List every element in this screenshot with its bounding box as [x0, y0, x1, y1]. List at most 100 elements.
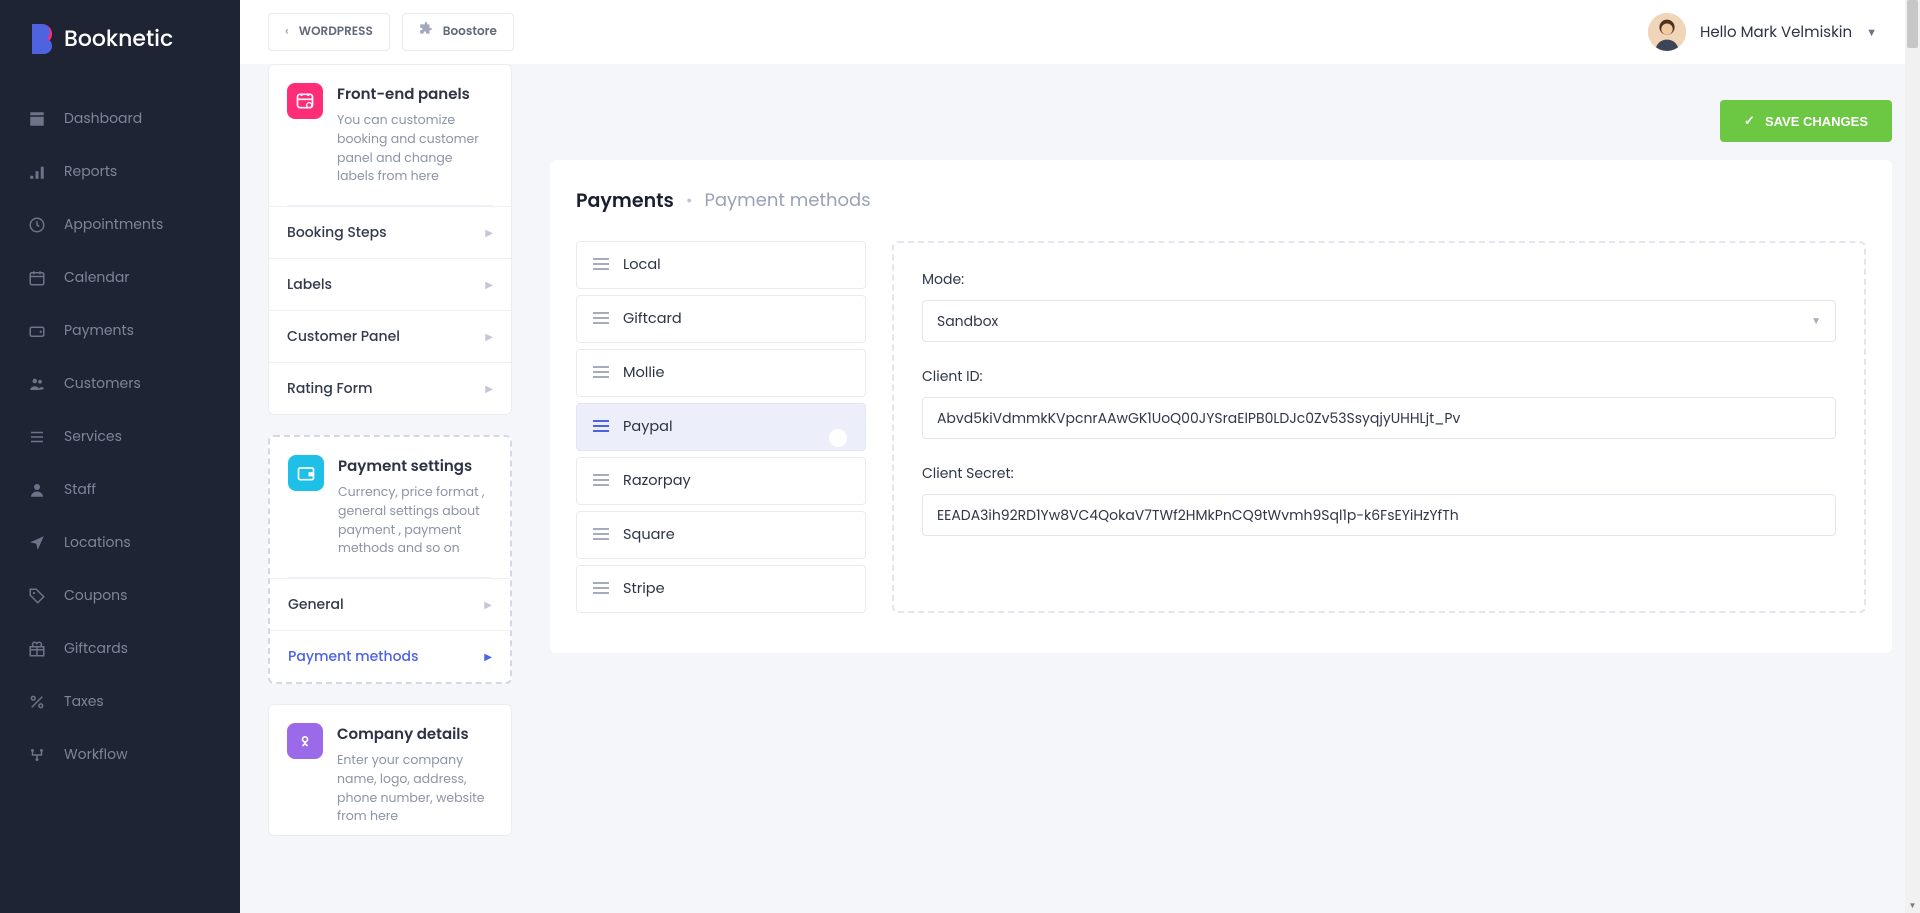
list-icon: [28, 428, 46, 446]
nav-label: Calendar: [64, 267, 130, 288]
method-details: Mode: Sandbox ▼ Client ID:: [892, 241, 1866, 613]
send-icon: [28, 534, 46, 552]
drag-handle-icon[interactable]: [593, 523, 609, 548]
main-column: ✓ SAVE CHANGES Payments • Payment method…: [550, 64, 1892, 653]
chart-icon: [28, 163, 46, 181]
scrollbar[interactable]: ▲ ▼: [1905, 0, 1920, 913]
settings-card: Payment settings Currency, price format …: [268, 435, 512, 684]
payment-method-item[interactable]: Stripe: [576, 565, 866, 613]
payment-method-item[interactable]: Giftcard: [576, 295, 866, 343]
tab-label: Boostore: [443, 23, 497, 41]
client-id-input[interactable]: [922, 397, 1836, 439]
nav-customers[interactable]: Customers: [0, 357, 240, 410]
settings-card: Company details Enter your company name,…: [268, 704, 512, 836]
nav-list: Dashboard Reports Appointments Calendar …: [0, 77, 240, 796]
settings-row[interactable]: Booking Steps▶: [269, 206, 511, 258]
nav-label: Giftcards: [64, 638, 128, 659]
chevron-down-icon: ▼: [1811, 313, 1821, 329]
client-secret-label: Client Secret:: [922, 463, 1836, 484]
methods-list: Local Giftcard Mollie Paypal Razorpay Sq…: [576, 241, 866, 613]
method-label: Stripe: [623, 579, 665, 600]
header-tabs: ‹ WORDPRESS Boostore: [268, 13, 514, 51]
nav-locations[interactable]: Locations: [0, 516, 240, 569]
payment-method-item[interactable]: Mollie: [576, 349, 866, 397]
breadcrumb: Payments • Payment methods: [576, 186, 1866, 215]
settings-row[interactable]: General▶: [270, 578, 510, 630]
scrollbar-thumb[interactable]: [1907, 0, 1918, 48]
nav-taxes[interactable]: Taxes: [0, 675, 240, 728]
caret-right-icon: ▶: [485, 329, 493, 345]
payment-method-item[interactable]: Razorpay: [576, 457, 866, 505]
payment-method-item[interactable]: Paypal: [576, 403, 866, 451]
nav-calendar[interactable]: Calendar: [0, 251, 240, 304]
drag-handle-icon[interactable]: [593, 577, 609, 602]
person-icon: [28, 481, 46, 499]
settings-row[interactable]: Customer Panel▶: [269, 310, 511, 362]
drag-handle-icon[interactable]: [593, 469, 609, 494]
nav-payments[interactable]: Payments: [0, 304, 240, 357]
percent-icon: [28, 693, 46, 711]
drag-handle-icon[interactable]: [593, 307, 609, 332]
method-label: Giftcard: [623, 309, 682, 330]
logo[interactable]: Booknetic: [0, 0, 240, 77]
method-label: Square: [623, 525, 675, 546]
drag-handle-icon[interactable]: [593, 361, 609, 386]
nav-label: Appointments: [64, 214, 163, 235]
header-user[interactable]: Hello Mark Velmiskin ▼: [1648, 13, 1877, 51]
logo-mark-icon: [28, 24, 52, 54]
nav-label: Reports: [64, 161, 117, 182]
settings-card: Front-end panels You can customize booki…: [268, 64, 512, 415]
tag-icon: [28, 587, 46, 605]
payment-method-item[interactable]: Local: [576, 241, 866, 289]
nav-label: Payments: [64, 320, 134, 341]
nav-label: Dashboard: [64, 108, 142, 129]
card-title: Front-end panels: [337, 83, 493, 106]
tab-boostore[interactable]: Boostore: [402, 13, 514, 51]
nav-appointments[interactable]: Appointments: [0, 198, 240, 251]
settings-column: Front-end panels You can customize booki…: [268, 64, 512, 856]
nav-label: Locations: [64, 532, 131, 553]
card-icon: [287, 83, 323, 119]
drag-handle-icon[interactable]: [593, 253, 609, 278]
method-label: Local: [623, 255, 661, 276]
method-label: Paypal: [623, 417, 673, 438]
nav-reports[interactable]: Reports: [0, 145, 240, 198]
content: Front-end panels You can customize booki…: [240, 0, 1920, 913]
card-description: Enter your company name, logo, address, …: [337, 752, 493, 827]
drag-handle-icon[interactable]: [593, 415, 609, 440]
mode-value: Sandbox: [937, 311, 998, 332]
method-label: Mollie: [623, 363, 664, 384]
nav-dashboard[interactable]: Dashboard: [0, 92, 240, 145]
users-icon: [28, 375, 46, 393]
nav-services[interactable]: Services: [0, 410, 240, 463]
mode-select[interactable]: Sandbox ▼: [922, 300, 1836, 342]
card-description: Currency, price format , general setting…: [338, 484, 492, 559]
tab-wordpress[interactable]: ‹ WORDPRESS: [268, 13, 390, 51]
nav-staff[interactable]: Staff: [0, 463, 240, 516]
flow-icon: [28, 746, 46, 764]
card-icon: [288, 455, 324, 491]
app-name: Booknetic: [64, 22, 173, 55]
check-icon: ✓: [1744, 113, 1755, 129]
card-description: You can customize booking and customer p…: [337, 112, 493, 187]
puzzle-icon: [419, 22, 433, 42]
settings-row[interactable]: Labels▶: [269, 258, 511, 310]
nav-coupons[interactable]: Coupons: [0, 569, 240, 622]
nav-label: Services: [64, 426, 122, 447]
scroll-down-icon[interactable]: ▼: [1905, 898, 1920, 913]
breadcrumb-main: Payments: [576, 186, 674, 215]
settings-row-label: Booking Steps: [287, 222, 387, 243]
settings-row[interactable]: Payment methods▶: [270, 630, 510, 682]
client-secret-input[interactable]: [922, 494, 1836, 536]
nav-label: Customers: [64, 373, 141, 394]
settings-row[interactable]: Rating Form▶: [269, 362, 511, 414]
save-button[interactable]: ✓ SAVE CHANGES: [1720, 100, 1892, 142]
nav-workflow[interactable]: Workflow: [0, 728, 240, 781]
nav-giftcards[interactable]: Giftcards: [0, 622, 240, 675]
payment-method-item[interactable]: Square: [576, 511, 866, 559]
breadcrumb-sub: Payment methods: [704, 187, 870, 214]
caret-right-icon: ▶: [484, 649, 492, 665]
box-icon: [28, 110, 46, 128]
card-title: Payment settings: [338, 455, 492, 478]
main-card: Payments • Payment methods Local Giftcar…: [550, 160, 1892, 653]
